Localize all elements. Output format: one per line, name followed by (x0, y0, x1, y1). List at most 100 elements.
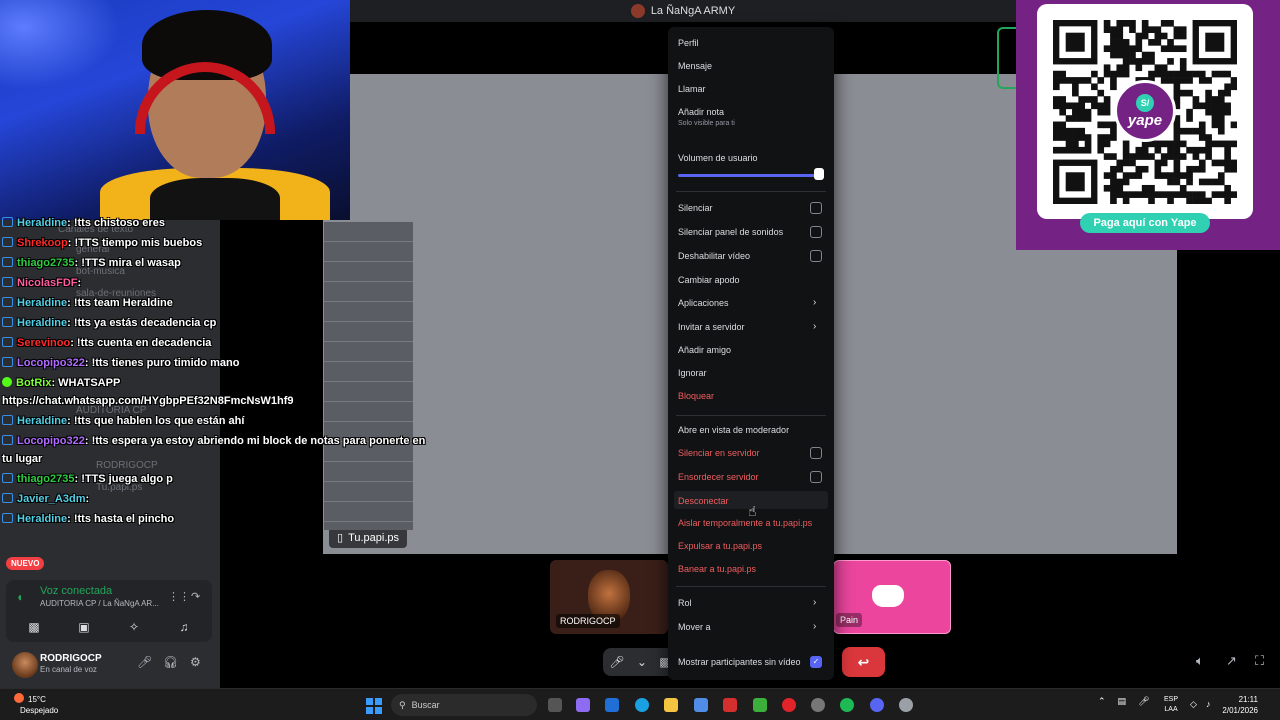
task-view-icon[interactable] (548, 698, 562, 712)
menu-item-volumen-de-usuario[interactable]: Volumen de usuario (678, 153, 758, 163)
headphones-icon[interactable]: 🎧︎ (163, 655, 178, 669)
chevron-right-icon: › (813, 321, 817, 332)
popout-icon[interactable]: ↗ (1226, 653, 1237, 669)
menu-item-banear-a-tu-papi-ps[interactable]: Banear a tu.papi.ps (678, 564, 756, 574)
menu-item-cambiar-apodo[interactable]: Cambiar apodo (678, 275, 740, 285)
chat-message: Locopipo322: !tts tienes puro timido man… (2, 357, 239, 369)
menu-item-silenciar[interactable]: Silenciar (678, 203, 713, 213)
signal-icon[interactable]: ◖ (16, 590, 23, 604)
settings-taskbar-icon[interactable] (899, 698, 913, 712)
checkbox[interactable]: ✓ (810, 656, 822, 668)
network-icon[interactable]: ◇ (1190, 699, 1197, 710)
github-icon[interactable] (811, 698, 825, 712)
search-placeholder: Buscar (411, 700, 440, 710)
edge-icon[interactable] (635, 698, 649, 712)
menu-item-desconectar[interactable]: Desconectar (678, 496, 729, 506)
chevron-down-icon[interactable]: ⌄ (637, 655, 647, 669)
file-explorer-icon[interactable] (664, 698, 678, 712)
microphone-button-icon[interactable]: 🎤︎ (609, 655, 624, 669)
twitch-icon (2, 297, 13, 307)
checkbox[interactable] (810, 250, 822, 262)
microphone-icon[interactable]: 🎤︎ (137, 655, 152, 669)
fullscreen-icon[interactable]: ⛶ (1255, 653, 1264, 669)
avatar[interactable] (12, 652, 38, 678)
menu-item-llamar[interactable]: Llamar (678, 84, 706, 94)
username[interactable]: RODRIGOCP (40, 653, 102, 664)
menu-item-silenciar-en-servidor[interactable]: Silenciar en servidor (678, 448, 760, 458)
participant-name: RODRIGOCP (556, 614, 620, 628)
screen-share-button[interactable]: ▣ (64, 617, 104, 637)
checkbox[interactable] (810, 471, 822, 483)
menu-item-mostrar-participantes-sin-video[interactable]: Mostrar participantes sin vídeo (678, 657, 801, 667)
app-w-icon[interactable] (723, 698, 737, 712)
menu-item-anadir-nota[interactable]: Añadir nota (678, 107, 724, 117)
menu-item-invitar-a-servidor[interactable]: Invitar a servidor (678, 322, 745, 332)
menu-item-anadir-amigo[interactable]: Añadir amigo (678, 345, 731, 355)
voice-channel-path[interactable]: AUDITORIA CP / La ÑaNgA AR... (40, 599, 159, 608)
checkbox[interactable] (810, 447, 822, 459)
menu-item-silenciar-panel-de-sonidos[interactable]: Silenciar panel de sonidos (678, 227, 783, 237)
chat-message: Heraldine: !tts ya estás decadencia cp (2, 317, 216, 329)
system-tray: ⌃ ▤ 🎤︎ (1098, 696, 1150, 707)
hangup-button[interactable]: ↩ (842, 647, 885, 677)
menu-item-deshabilitar-video[interactable]: Deshabilitar vídeo (678, 251, 750, 261)
menu-item-perfil[interactable]: Perfil (678, 38, 699, 48)
noise-suppression-icon[interactable]: ⋮⋮ (168, 590, 190, 603)
chat-username: NicolasFDF (17, 277, 78, 289)
menu-item-mensaje[interactable]: Mensaje (678, 61, 712, 71)
user-status: En canal de voz (40, 665, 97, 674)
minecraft-icon[interactable] (753, 698, 767, 712)
store-icon[interactable] (694, 698, 708, 712)
menu-item-mover-a[interactable]: Mover a (678, 622, 711, 632)
settings-gear-icon[interactable]: ⚙ (190, 655, 201, 669)
start-button[interactable] (366, 698, 382, 714)
clock[interactable]: 21:11 2/01/2026 (1214, 694, 1258, 716)
activities-button[interactable]: ✧ (114, 617, 154, 637)
checkbox[interactable] (810, 202, 822, 214)
volume-slider-track[interactable] (678, 174, 818, 177)
chat-text: : WHATSAPP (51, 377, 121, 389)
chat-username: Heraldine (17, 217, 68, 229)
yape-pay-button[interactable]: Paga aquí con Yape (1080, 213, 1210, 233)
language-indicator[interactable]: ESP LAA (1164, 695, 1178, 715)
menu-item-subtext: Solo visible para ti (678, 120, 735, 127)
opera-icon[interactable] (782, 698, 796, 712)
menu-item-aplicaciones[interactable]: Aplicaciones (678, 298, 729, 308)
chat-message: Heraldine: !tts hasta el pincho (2, 513, 174, 525)
usb-icon[interactable]: ▤ (1118, 696, 1127, 707)
chat-message: tu lugar (2, 453, 42, 465)
voice-status[interactable]: Voz conectada (40, 585, 112, 597)
chat-username: Serevinoo (17, 337, 71, 349)
streamer-webcam (0, 0, 350, 220)
participant-tile[interactable]: Pain (833, 560, 951, 634)
yape-qr-panel: S/ yape Paga aquí con Yape (1016, 0, 1280, 250)
speaker-icon[interactable]: ♪ (1206, 699, 1211, 709)
copilot-icon[interactable] (576, 698, 590, 712)
checkbox[interactable] (810, 226, 822, 238)
menu-item-ensordecer-servidor[interactable]: Ensordecer servidor (678, 472, 759, 482)
menu-item-bloquear[interactable]: Bloquear (678, 391, 714, 401)
volume-icon[interactable]: 🔈︎ (1196, 653, 1204, 669)
disconnect-icon[interactable]: ↷ (191, 590, 200, 603)
chevron-up-icon[interactable]: ⌃ (1098, 696, 1106, 707)
menu-item-ignorar[interactable]: Ignorar (678, 368, 707, 378)
menu-item-aislar-temporalmente-a-tu-papi-ps[interactable]: Aislar temporalmente a tu.papi.ps (678, 518, 812, 528)
soundboard-button[interactable]: ♫ (164, 617, 204, 637)
menu-item-rol[interactable]: Rol (678, 598, 692, 608)
camera-off-button[interactable]: ▩ (14, 617, 54, 637)
discord-taskbar-icon[interactable] (870, 698, 884, 712)
participant-tile[interactable]: RODRIGOCP (550, 560, 668, 634)
taskbar-search[interactable]: ⚲ Buscar (391, 694, 537, 716)
phone-hangup-icon: ↩ (857, 653, 870, 670)
twitch-icon (2, 513, 13, 523)
chat-text: : !tts team Heraldine (67, 297, 173, 309)
mic-tray-icon[interactable]: 🎤︎ (1138, 696, 1149, 707)
menu-item-expulsar-a-tu-papi-ps[interactable]: Expulsar a tu.papi.ps (678, 541, 762, 551)
menu-separator (676, 415, 826, 416)
camera-off-icon: ▩ (28, 620, 40, 634)
menu-item-abre-en-vista-de-moderador[interactable]: Abre en vista de moderador (678, 425, 789, 435)
weather-widget[interactable]: 15°C Despejado (14, 693, 58, 716)
spotify-icon[interactable] (840, 698, 854, 712)
widget-icon[interactable] (605, 698, 619, 712)
volume-slider-handle[interactable] (814, 168, 824, 180)
